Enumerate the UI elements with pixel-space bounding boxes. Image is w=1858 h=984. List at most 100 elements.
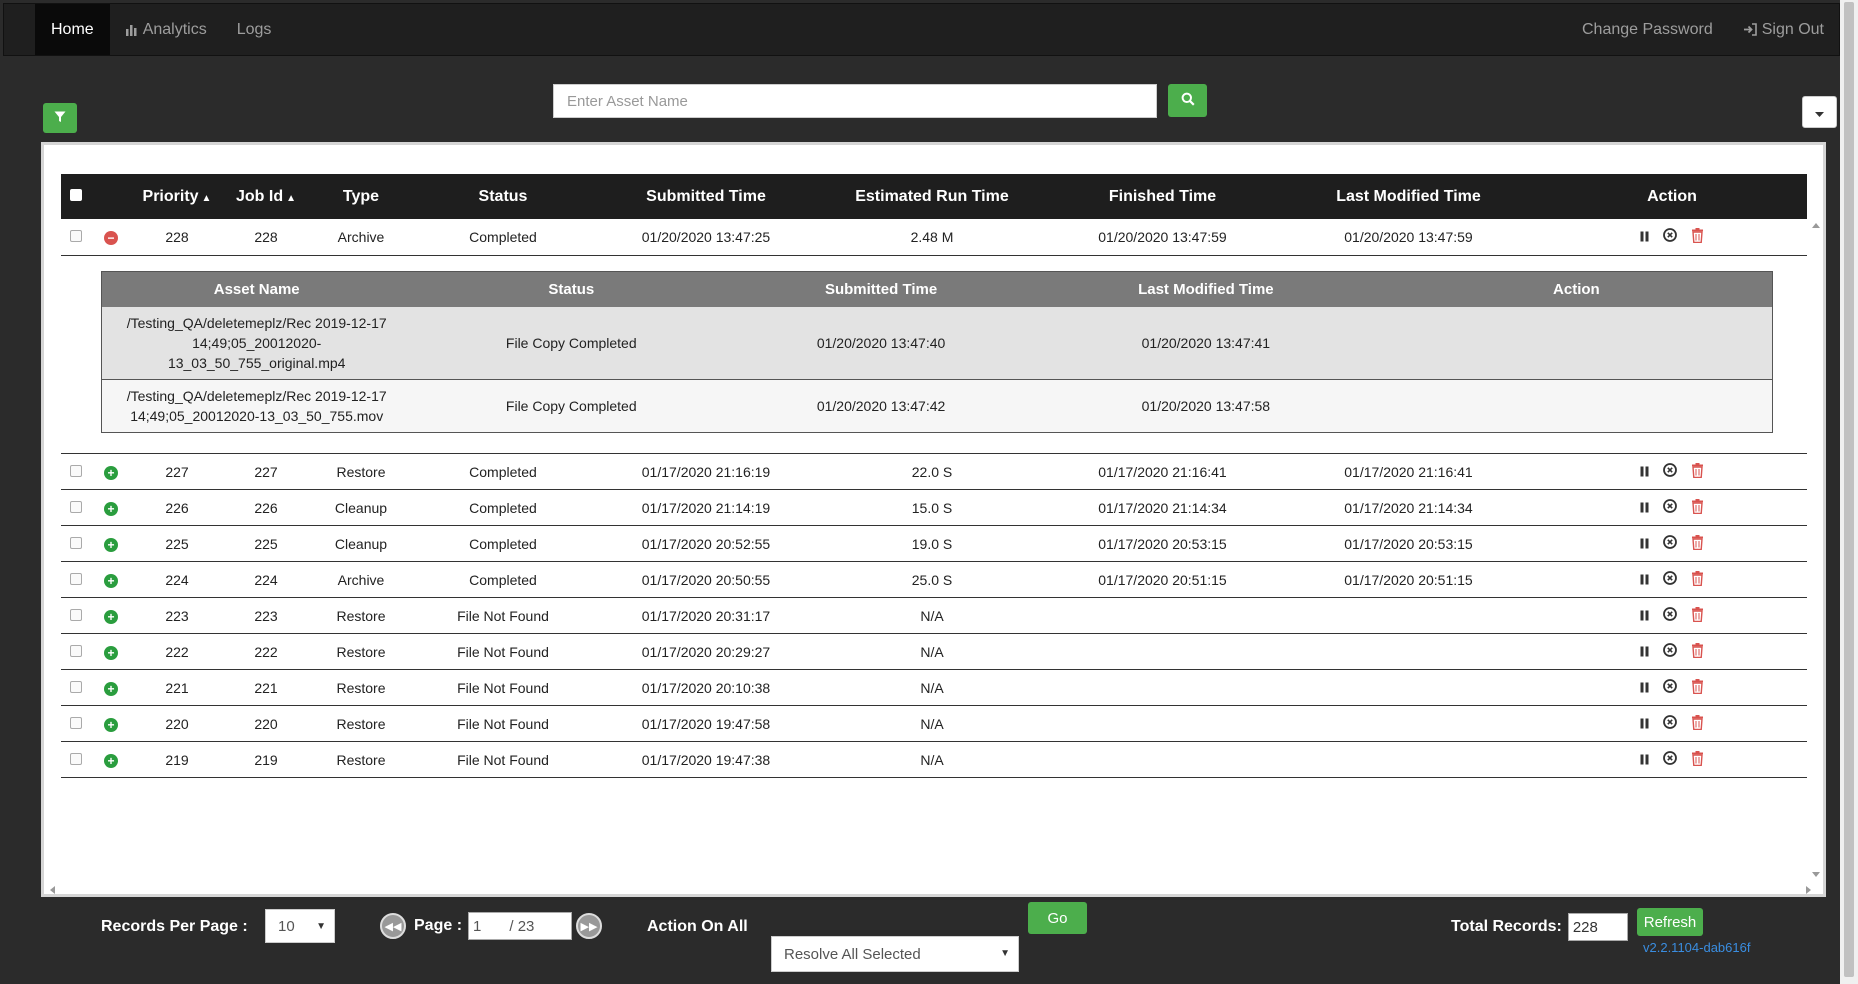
row-checkbox[interactable]: [70, 680, 82, 693]
refresh-button[interactable]: Refresh: [1637, 908, 1703, 936]
row-checkbox[interactable]: [70, 572, 82, 585]
cancel-icon[interactable]: [1663, 571, 1677, 588]
pause-icon[interactable]: [1640, 464, 1649, 480]
row-actions: [1640, 750, 1704, 769]
pause-icon[interactable]: [1640, 680, 1649, 696]
job-id-header[interactable]: Job Id ▲: [223, 174, 309, 219]
job-row[interactable]: +226 226 Cleanup Completed 01/17/2020 21:14:…: [61, 489, 1807, 526]
window-scrollbar[interactable]: [1840, 0, 1858, 984]
job-row[interactable]: −228 228 Archive Completed 01/20/2020 13:47:…: [61, 219, 1807, 256]
cancel-icon[interactable]: [1663, 228, 1677, 245]
delete-icon[interactable]: [1691, 462, 1704, 481]
nav-logs[interactable]: Logs: [222, 4, 287, 55]
job-row[interactable]: +224 224 Archive Completed 01/17/2020 20:50:…: [61, 561, 1807, 598]
row-actions: [1640, 498, 1704, 517]
job-id-cell: 223: [223, 597, 309, 634]
row-checkbox[interactable]: [70, 536, 82, 549]
pause-icon[interactable]: [1640, 644, 1649, 660]
asset-action-cell: [1380, 307, 1773, 380]
priority-header[interactable]: Priority ▲: [131, 174, 223, 219]
delete-icon[interactable]: [1691, 227, 1704, 246]
search-button[interactable]: [1168, 84, 1207, 117]
row-select-cell: [61, 219, 91, 256]
sign-out-link[interactable]: Sign Out: [1728, 4, 1839, 55]
row-checkbox[interactable]: [70, 229, 82, 242]
expand-icon[interactable]: +: [104, 573, 118, 588]
row-checkbox[interactable]: [70, 716, 82, 729]
go-button[interactable]: Go: [1028, 902, 1087, 934]
panel-vertical-scrollbar[interactable]: [1811, 220, 1821, 880]
estimated-cell: N/A: [819, 633, 1045, 670]
delete-icon[interactable]: [1691, 606, 1704, 625]
submitted-cell: 01/17/2020 21:16:19: [593, 453, 819, 490]
cancel-icon[interactable]: [1663, 679, 1677, 696]
asset-last-modified-header: Last Modified Time: [1030, 271, 1381, 307]
pause-icon[interactable]: [1640, 716, 1649, 732]
job-row[interactable]: +219 219 Restore File Not Found 01/17/2020 1…: [61, 741, 1807, 778]
delete-icon[interactable]: [1691, 534, 1704, 553]
page-input[interactable]: 1 / 23: [468, 912, 573, 940]
cancel-icon[interactable]: [1663, 751, 1677, 768]
asset-submitted-cell: 01/20/2020 13:47:40: [731, 307, 1031, 380]
panel-horizontal-scrollbar[interactable]: [48, 882, 1811, 894]
cancel-icon[interactable]: [1663, 715, 1677, 732]
job-row[interactable]: +220 220 Restore File Not Found 01/17/2020 1…: [61, 705, 1807, 742]
delete-icon[interactable]: [1691, 678, 1704, 697]
delete-icon[interactable]: [1691, 498, 1704, 517]
cancel-icon[interactable]: [1663, 535, 1677, 552]
cancel-icon[interactable]: [1663, 499, 1677, 516]
expand-icon[interactable]: +: [104, 609, 118, 624]
delete-icon[interactable]: [1691, 750, 1704, 769]
expand-icon[interactable]: +: [104, 465, 118, 480]
cancel-icon[interactable]: [1663, 643, 1677, 660]
collapse-icon[interactable]: −: [104, 230, 118, 245]
nav-analytics[interactable]: Analytics: [110, 4, 222, 55]
select-all-checkbox[interactable]: [70, 188, 82, 201]
pause-icon[interactable]: [1640, 572, 1649, 588]
action-on-all-select[interactable]: Resolve All Selected ▼: [771, 936, 1019, 972]
estimated-cell: N/A: [819, 741, 1045, 778]
job-row[interactable]: +221 221 Restore File Not Found 01/17/2020 2…: [61, 669, 1807, 706]
row-toggle-cell: +: [91, 561, 131, 598]
asset-name-line: 13_03_50_755_original.mp4: [167, 355, 346, 371]
pause-icon[interactable]: [1640, 500, 1649, 516]
next-page-button[interactable]: ▶▶: [576, 913, 603, 939]
pause-icon[interactable]: [1640, 536, 1649, 552]
job-row[interactable]: +223 223 Restore File Not Found 01/17/2020 2…: [61, 597, 1807, 634]
job-row[interactable]: +222 222 Restore File Not Found 01/17/2020 2…: [61, 633, 1807, 670]
pause-icon[interactable]: [1640, 752, 1649, 768]
row-checkbox[interactable]: [70, 500, 82, 513]
expand-icon[interactable]: +: [104, 717, 118, 732]
row-checkbox[interactable]: [70, 752, 82, 765]
records-per-page-select[interactable]: 10 ▼: [265, 909, 335, 943]
delete-icon[interactable]: [1691, 570, 1704, 589]
cancel-icon[interactable]: [1663, 607, 1677, 624]
submitted-cell: 01/17/2020 19:47:38: [593, 741, 819, 778]
delete-icon[interactable]: [1691, 714, 1704, 733]
pause-icon[interactable]: [1640, 608, 1649, 624]
job-row[interactable]: +227 227 Restore Completed 01/17/2020 21:16:…: [61, 453, 1807, 490]
expand-icon[interactable]: +: [104, 537, 118, 552]
delete-icon[interactable]: [1691, 642, 1704, 661]
submitted-cell: 01/17/2020 20:31:17: [593, 597, 819, 634]
row-checkbox[interactable]: [70, 608, 82, 621]
expand-icon[interactable]: +: [104, 753, 118, 768]
change-password-link[interactable]: Change Password: [1567, 4, 1728, 55]
nav-home[interactable]: Home: [35, 4, 110, 55]
row-checkbox[interactable]: [70, 464, 82, 477]
asset-search-input[interactable]: [553, 84, 1157, 118]
expand-icon[interactable]: +: [104, 645, 118, 660]
row-checkbox[interactable]: [70, 644, 82, 657]
expand-icon[interactable]: +: [104, 681, 118, 696]
cancel-icon[interactable]: [1663, 463, 1677, 480]
row-actions: [1640, 227, 1704, 246]
total-records-value: 228: [1572, 918, 1598, 936]
expand-icon[interactable]: +: [104, 501, 118, 516]
previous-page-button[interactable]: ◀◀: [380, 913, 406, 939]
row-select-cell: [61, 453, 91, 490]
column-dropdown-button[interactable]: [1802, 96, 1837, 128]
job-row[interactable]: +225 225 Cleanup Completed 01/17/2020 20:52:…: [61, 525, 1807, 562]
pause-icon[interactable]: [1640, 229, 1649, 245]
filter-button[interactable]: [43, 103, 77, 133]
fast-forward-icon: ▶▶: [580, 920, 598, 933]
